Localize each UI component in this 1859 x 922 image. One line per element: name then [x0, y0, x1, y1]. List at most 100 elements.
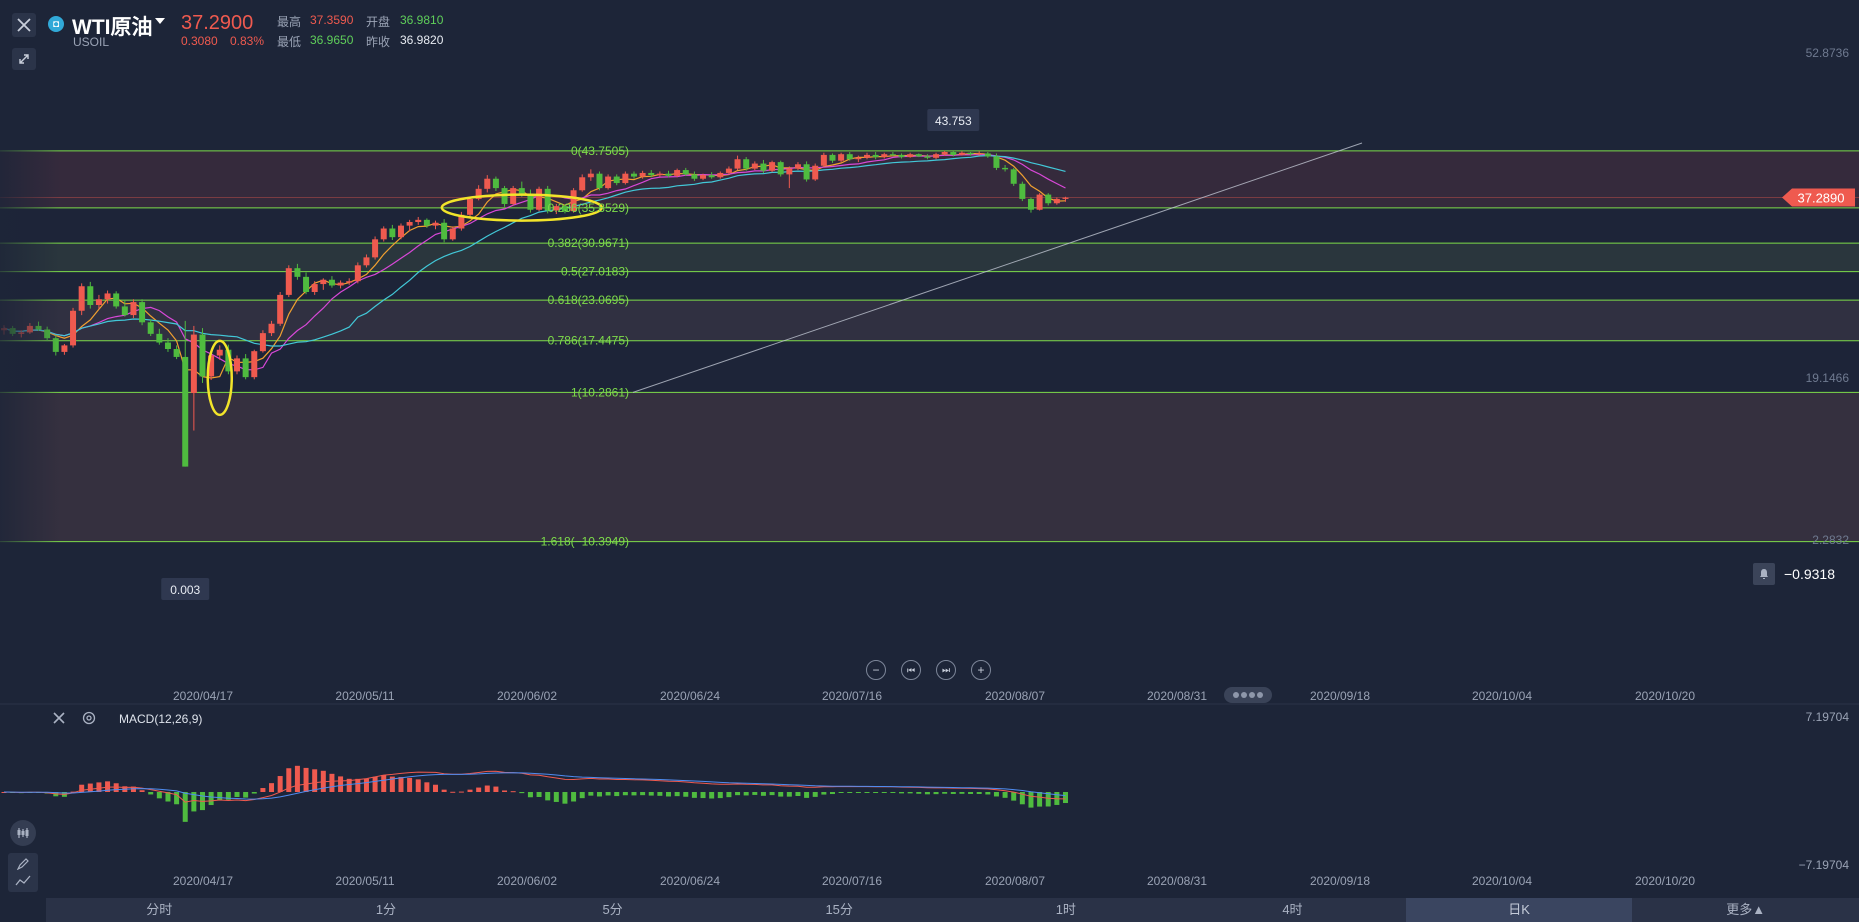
scroll-dot [1241, 692, 1247, 698]
tab-4hour[interactable]: 4时 [1179, 898, 1406, 922]
candle-body [924, 156, 931, 158]
macd-histogram-bar [260, 788, 266, 792]
macd-histogram-bar [873, 792, 879, 793]
candle-body [777, 162, 784, 175]
candle-body [121, 306, 128, 316]
price-alert: −0.9318 [1753, 562, 1851, 586]
candle-body [613, 176, 620, 184]
macd-histogram-bar [674, 792, 680, 797]
macd-histogram-bar [450, 791, 456, 793]
tab-1hour[interactable]: 1时 [953, 898, 1180, 922]
indicator-close-button[interactable] [52, 711, 66, 730]
close-icon [17, 18, 31, 32]
tab-15min[interactable]: 15分 [726, 898, 953, 922]
zoom-out-button[interactable]: − [866, 660, 886, 680]
candle-body [104, 293, 111, 300]
fib-label: 1.618(−10.3949) [541, 535, 629, 549]
candle-body [113, 293, 120, 307]
close-button[interactable] [12, 13, 36, 37]
macd-histogram-bar [726, 792, 732, 798]
scroll-start-button[interactable]: ⏮ [901, 660, 921, 680]
candle-body [743, 159, 750, 169]
gear-icon [82, 711, 96, 725]
chart-canvas[interactable]: 0(43.7505) 0.236(35.8529) 0.382(30.9671) 0.… [0, 0, 1859, 898]
candle-body [242, 358, 249, 378]
macd-histogram-bar [329, 773, 335, 792]
candle-body [303, 276, 310, 293]
macd-histogram-bar [769, 792, 775, 796]
line-tool-button[interactable] [8, 870, 38, 892]
macd-histogram-bar [355, 778, 361, 792]
candle-body [622, 173, 629, 184]
candle-body [415, 219, 422, 223]
macd-histogram-bar [424, 782, 430, 792]
candle-body [820, 154, 827, 166]
chevron-down-icon[interactable] [155, 18, 165, 24]
macd-histogram-bar [640, 792, 646, 796]
tab-timeshare[interactable]: 分时 [46, 898, 273, 922]
macd-x-axis-tick: 2020/05/11 [335, 874, 394, 888]
macd-histogram-bar [458, 791, 464, 793]
macd-histogram-bar [441, 789, 447, 792]
candle-body [1045, 194, 1052, 204]
fib-zone [0, 150, 1859, 208]
expand-button[interactable] [12, 48, 36, 70]
low-annotation: 0.003 [170, 583, 200, 597]
candle-body [639, 172, 646, 177]
candle-body [605, 176, 612, 189]
indicator-tool-button[interactable] [10, 820, 36, 846]
zoom-in-button[interactable]: + [971, 660, 991, 680]
candle-body [993, 156, 1000, 168]
macd-histogram-bar [838, 792, 844, 793]
bell-icon[interactable] [1753, 563, 1775, 585]
macd-histogram-bar [407, 777, 413, 792]
candle-body [734, 159, 741, 169]
macd-histogram-bar [363, 778, 369, 792]
macd-histogram-bar [890, 792, 896, 793]
macd-histogram-bar [959, 792, 965, 794]
macd-histogram-bar [657, 792, 663, 796]
pen-icon [16, 858, 29, 871]
candle-body [967, 152, 974, 155]
indicator-settings-button[interactable] [82, 711, 96, 730]
last-price: 37.2900 [181, 12, 254, 34]
candle-body [898, 154, 905, 158]
low-label: 最低 [277, 35, 302, 49]
candle-body [311, 284, 318, 293]
tab-daily[interactable]: 日K [1405, 898, 1633, 922]
price-change: 0.3080 [181, 34, 218, 48]
macd-histogram-bar [985, 792, 991, 795]
candle-body [760, 163, 767, 171]
left-fade [0, 60, 60, 660]
macd-histogram-bar [519, 792, 525, 794]
macd-histogram-bar [821, 792, 827, 795]
macd-histogram-bar [381, 775, 387, 792]
candle-body [527, 193, 534, 210]
candle-body [941, 152, 948, 155]
x-axis-tick: 2020/09/18 [1310, 689, 1370, 703]
macd-x-axis-tick: 2020/06/24 [660, 874, 720, 888]
fib-zone [0, 207, 1859, 244]
macd-histogram-bar [1062, 792, 1068, 804]
candle-body [812, 165, 819, 180]
fib-label: 0.786(17.4475) [548, 334, 629, 348]
macd-histogram-bar [1028, 792, 1034, 808]
macd-histogram-bar [855, 792, 861, 793]
fib-zone [0, 243, 1859, 272]
tab-5min[interactable]: 5分 [499, 898, 726, 922]
scroll-end-button[interactable]: ⏭ [936, 660, 956, 680]
x-axis-tick: 2020/10/20 [1635, 689, 1695, 703]
tab-more[interactable]: 更多▲ [1632, 898, 1859, 922]
macd-x-axis-tick: 2020/04/17 [173, 874, 233, 888]
x-axis-tick: 2020/07/16 [822, 689, 882, 703]
macd-dea-line [3, 772, 1066, 800]
macd-histogram-bar [545, 792, 551, 801]
macd-histogram-bar [847, 792, 853, 793]
fib-label: 0.618(23.0695) [548, 293, 629, 307]
tab-1min[interactable]: 1分 [273, 898, 500, 922]
candle-body [751, 163, 758, 169]
macd-histogram-bar [338, 776, 344, 792]
candle-body [717, 172, 724, 178]
candle-body [173, 349, 180, 357]
x-axis-tick: 2020/10/04 [1472, 689, 1532, 703]
